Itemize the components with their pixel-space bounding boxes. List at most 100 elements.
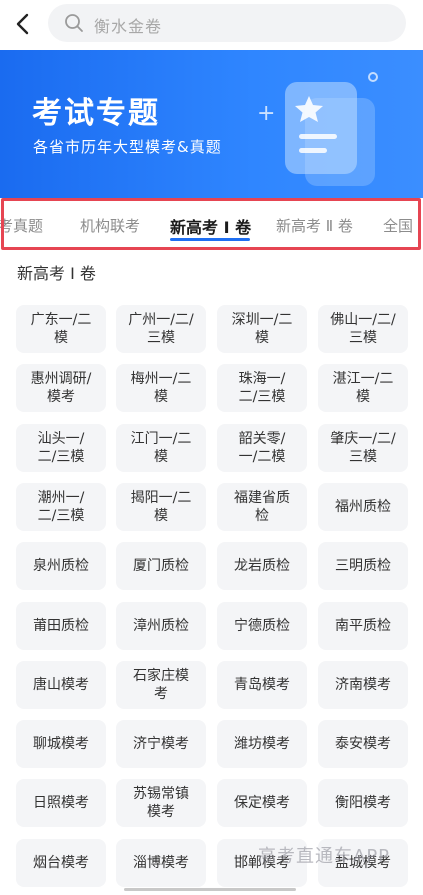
exam-item-label: 保定模考 [234, 795, 290, 812]
exam-item-label: 广州一/二/ [128, 312, 194, 328]
exam-item-label: 广东一/二 [30, 312, 92, 328]
exam-item-label: 二/三模 [37, 507, 85, 524]
back-button[interactable] [10, 10, 38, 38]
exam-item[interactable]: 梅州一/二模 [116, 364, 206, 413]
search-placeholder: 衡水金卷 [94, 17, 163, 36]
exam-item[interactable]: 保定模考 [217, 779, 307, 828]
exam-item-label: 考 [154, 685, 168, 702]
exam-topic-banner: 考试专题 各省市历年大型模考&真题 + [0, 50, 423, 198]
exam-item-label: 福州质检 [335, 498, 391, 515]
exam-item[interactable]: 潮州一/二/三模 [16, 482, 106, 531]
exam-item-label: 潍坊模考 [234, 736, 290, 753]
exam-item[interactable]: 三明质检 [318, 542, 408, 591]
exam-item-label: 珠海一/ [238, 371, 286, 388]
exam-item-label: 聊城模考 [33, 736, 89, 753]
exam-item-label: 模 [54, 330, 68, 346]
search-icon [65, 14, 83, 32]
exam-item[interactable]: 泉州质检 [16, 542, 106, 591]
exam-item[interactable]: 烟台模考 [16, 838, 106, 887]
exam-item-label: 深圳一/二 [231, 312, 293, 328]
exam-item[interactable]: 湛江一/二模 [318, 364, 408, 413]
banner-title: 考试专题 [32, 96, 160, 131]
home-indicator [124, 888, 296, 891]
exam-item[interactable]: 淄博模考 [116, 838, 206, 887]
exam-item-label: 肇庆一/二/ [330, 430, 396, 447]
exam-item[interactable]: 苏锡常镇 模考 [116, 779, 206, 828]
exam-item[interactable]: 日照模考 [16, 779, 106, 828]
exam-item[interactable]: 石家庄模考 [116, 660, 206, 709]
exam-item-label: 泉州质检 [33, 558, 89, 575]
exam-item[interactable]: 揭阳一/二模 [116, 482, 206, 531]
exam-item[interactable]: 潍坊模考 [217, 720, 307, 769]
tab-new-gaokao-2[interactable]: 新高考 Ⅱ 卷 [276, 215, 353, 236]
section-title: 新高考 Ⅰ 卷 [17, 264, 96, 283]
exam-item-label: 三模 [349, 330, 377, 346]
exam-item[interactable]: 广州一/二/三模 [116, 305, 206, 353]
exam-item[interactable]: 韶关零/一/二模 [217, 423, 307, 472]
exam-item-label: 模 [154, 507, 168, 524]
exam-item-label: 烟台模考 [33, 854, 89, 871]
exam-item-label: 模 [255, 330, 269, 346]
exam-item[interactable]: 江门一/二模 [116, 423, 206, 472]
exam-item[interactable]: 深圳一/二模 [217, 305, 307, 353]
exam-item[interactable]: 宁德质检 [217, 601, 307, 650]
exam-item[interactable]: 汕头一/二/三模 [16, 423, 106, 472]
exam-item-label: 惠州调研/ [30, 371, 92, 388]
tab-national[interactable]: 全国 [383, 215, 413, 236]
exam-item-label: 龙岩质检 [234, 558, 290, 575]
exam-item[interactable]: 聊城模考 [16, 720, 106, 769]
exam-item-label: 厦门质检 [133, 558, 189, 575]
exam-item[interactable]: 珠海一/二/三模 [217, 364, 307, 413]
exam-item-label: 揭阳一/二 [130, 489, 192, 506]
top-bar: 衡水金卷 [0, 0, 423, 50]
exam-item[interactable]: 唐山模考 [16, 660, 106, 709]
exam-item[interactable]: 青岛模考 [217, 660, 307, 709]
exam-item[interactable]: 济南模考 [318, 660, 408, 709]
document-star-icon: + [257, 72, 378, 186]
exam-item[interactable]: 济宁模考 [116, 720, 206, 769]
exam-item-label: 梅州一/二 [130, 371, 192, 388]
exam-item-label: 三明质检 [335, 558, 391, 575]
exam-item-label: 莆田质检 [33, 617, 89, 634]
category-tabs: 考真题 机构联考 新高考 Ⅰ 卷 新高考 Ⅱ 卷 全国 [0, 198, 423, 250]
exam-item-label: 韶关零/ [238, 430, 286, 447]
exam-item-label: 日照模考 [33, 795, 89, 812]
exam-item[interactable]: 福州质检 [318, 482, 408, 531]
exam-item[interactable]: 广东一/二模 [16, 305, 106, 353]
watermark: 高考直通车APP [258, 846, 391, 867]
exam-item[interactable]: 泰安模考 [318, 720, 408, 769]
exam-item[interactable]: 南平质检 [318, 601, 408, 650]
exam-item[interactable]: 肇庆一/二/三模 [318, 423, 408, 472]
tab-past-exams[interactable]: 考真题 [0, 215, 43, 236]
exam-item-label: 三模 [349, 448, 377, 465]
exam-item[interactable]: 莆田质检 [16, 601, 106, 650]
exam-item-label: 济南模考 [335, 676, 391, 693]
exam-item-label: 宁德质检 [234, 617, 290, 634]
active-tab-indicator [170, 238, 250, 241]
exam-item-label: 模 [154, 389, 168, 406]
exam-item-label: 福建省质 [234, 489, 290, 506]
exam-item-label: 淄博模考 [133, 854, 189, 871]
exam-item-label: 模考 [147, 804, 175, 821]
exam-item[interactable]: 龙岩质检 [217, 542, 307, 591]
exam-item-label: 唐山模考 [33, 676, 89, 693]
chevron-left-icon [16, 13, 29, 35]
search-input[interactable]: 衡水金卷 [48, 4, 406, 42]
banner-subtitle: 各省市历年大型模考&真题 [33, 138, 222, 156]
exam-item-label: 三模 [147, 330, 175, 346]
exam-item[interactable]: 漳州质检 [116, 601, 206, 650]
exam-item-label: 二/三模 [37, 448, 85, 465]
tab-new-gaokao-1[interactable]: 新高考 Ⅰ 卷 [170, 214, 251, 238]
exam-item-label: 衡阳模考 [335, 795, 391, 812]
exam-item[interactable]: 佛山一/二/三模 [318, 305, 408, 353]
exam-item-label: 青岛模考 [234, 676, 290, 693]
exam-item-label: 佛山一/二/ [330, 312, 396, 328]
exam-item-label: 济宁模考 [133, 736, 189, 753]
exam-item[interactable]: 福建省质检 [217, 482, 307, 531]
exam-item[interactable]: 厦门质检 [116, 542, 206, 591]
exam-item-label: 石家庄模 [133, 667, 189, 684]
exam-item-label: 南平质检 [335, 617, 391, 634]
exam-item[interactable]: 衡阳模考 [318, 779, 408, 828]
tab-institution-joint-exam[interactable]: 机构联考 [80, 215, 140, 236]
exam-item[interactable]: 惠州调研/模考 [16, 364, 106, 413]
